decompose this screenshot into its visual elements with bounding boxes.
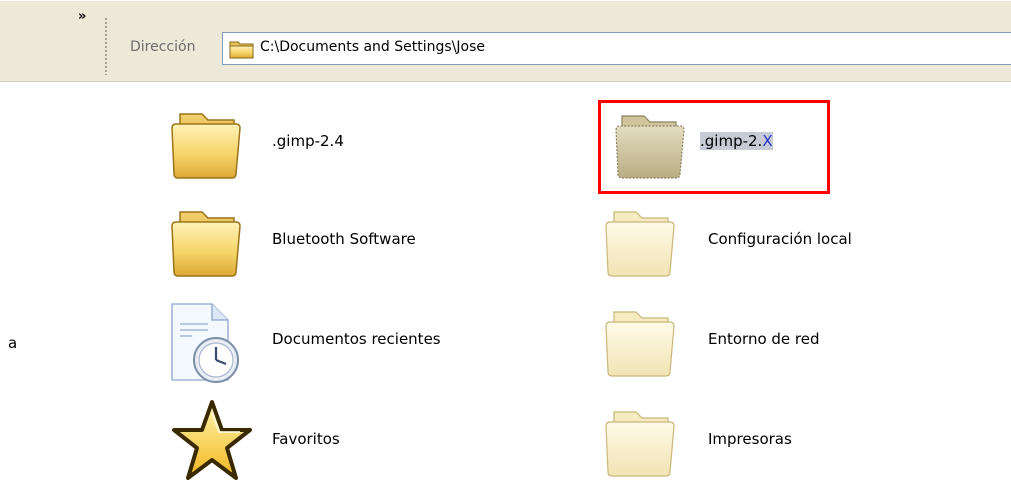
item-label: Configuración local (708, 230, 852, 248)
folder-open-dim-icon (615, 115, 685, 179)
folder-faded-icon (605, 411, 675, 477)
address-label: Dirección (130, 39, 196, 55)
recent-documents-icon (171, 303, 239, 383)
item-label-cursor-char: X (762, 132, 773, 150)
toolbar-chevron-button[interactable]: » (78, 9, 87, 24)
list-item-documentos-recientes[interactable]: Documentos recientes (162, 298, 522, 388)
list-item-gimp-2x[interactable]: .gimp-2.X (602, 100, 962, 190)
address-folder-icon (229, 41, 254, 59)
folder-icon (171, 113, 241, 179)
list-item-configuracion-local[interactable]: Configuración local (598, 198, 958, 288)
item-label: Entorno de red (708, 330, 820, 348)
folder-faded-icon (605, 211, 675, 277)
item-label: .gimp-2.4 (272, 132, 344, 150)
list-item-entorno-de-red[interactable]: Entorno de red (598, 298, 958, 388)
toolbar-grip-handle[interactable] (104, 17, 108, 75)
item-label-highlight: .gimp-2. (700, 132, 763, 150)
item-label: Impresoras (708, 430, 792, 448)
folder-faded-icon (605, 311, 675, 377)
item-label: Bluetooth Software (272, 230, 416, 248)
list-item-bluetooth-software[interactable]: Bluetooth Software (162, 198, 522, 288)
list-item-impresoras[interactable]: Impresoras (598, 398, 958, 488)
address-input[interactable]: C:\Documents and Settings\Jose (222, 32, 1011, 65)
item-label: Documentos recientes (272, 330, 441, 348)
star-icon (172, 400, 252, 480)
item-label-editing[interactable]: .gimp-2.X (700, 132, 773, 150)
address-toolbar: » Dirección C:\Documents and Settings\Jo… (0, 0, 1011, 82)
folder-icon (171, 211, 241, 277)
item-label: Favoritos (272, 430, 340, 448)
list-item-gimp-24[interactable]: .gimp-2.4 (162, 100, 522, 190)
left-pane-text: a (8, 334, 18, 352)
list-item-favoritos[interactable]: Favoritos (162, 398, 522, 488)
address-path: C:\Documents and Settings\Jose (260, 39, 486, 55)
